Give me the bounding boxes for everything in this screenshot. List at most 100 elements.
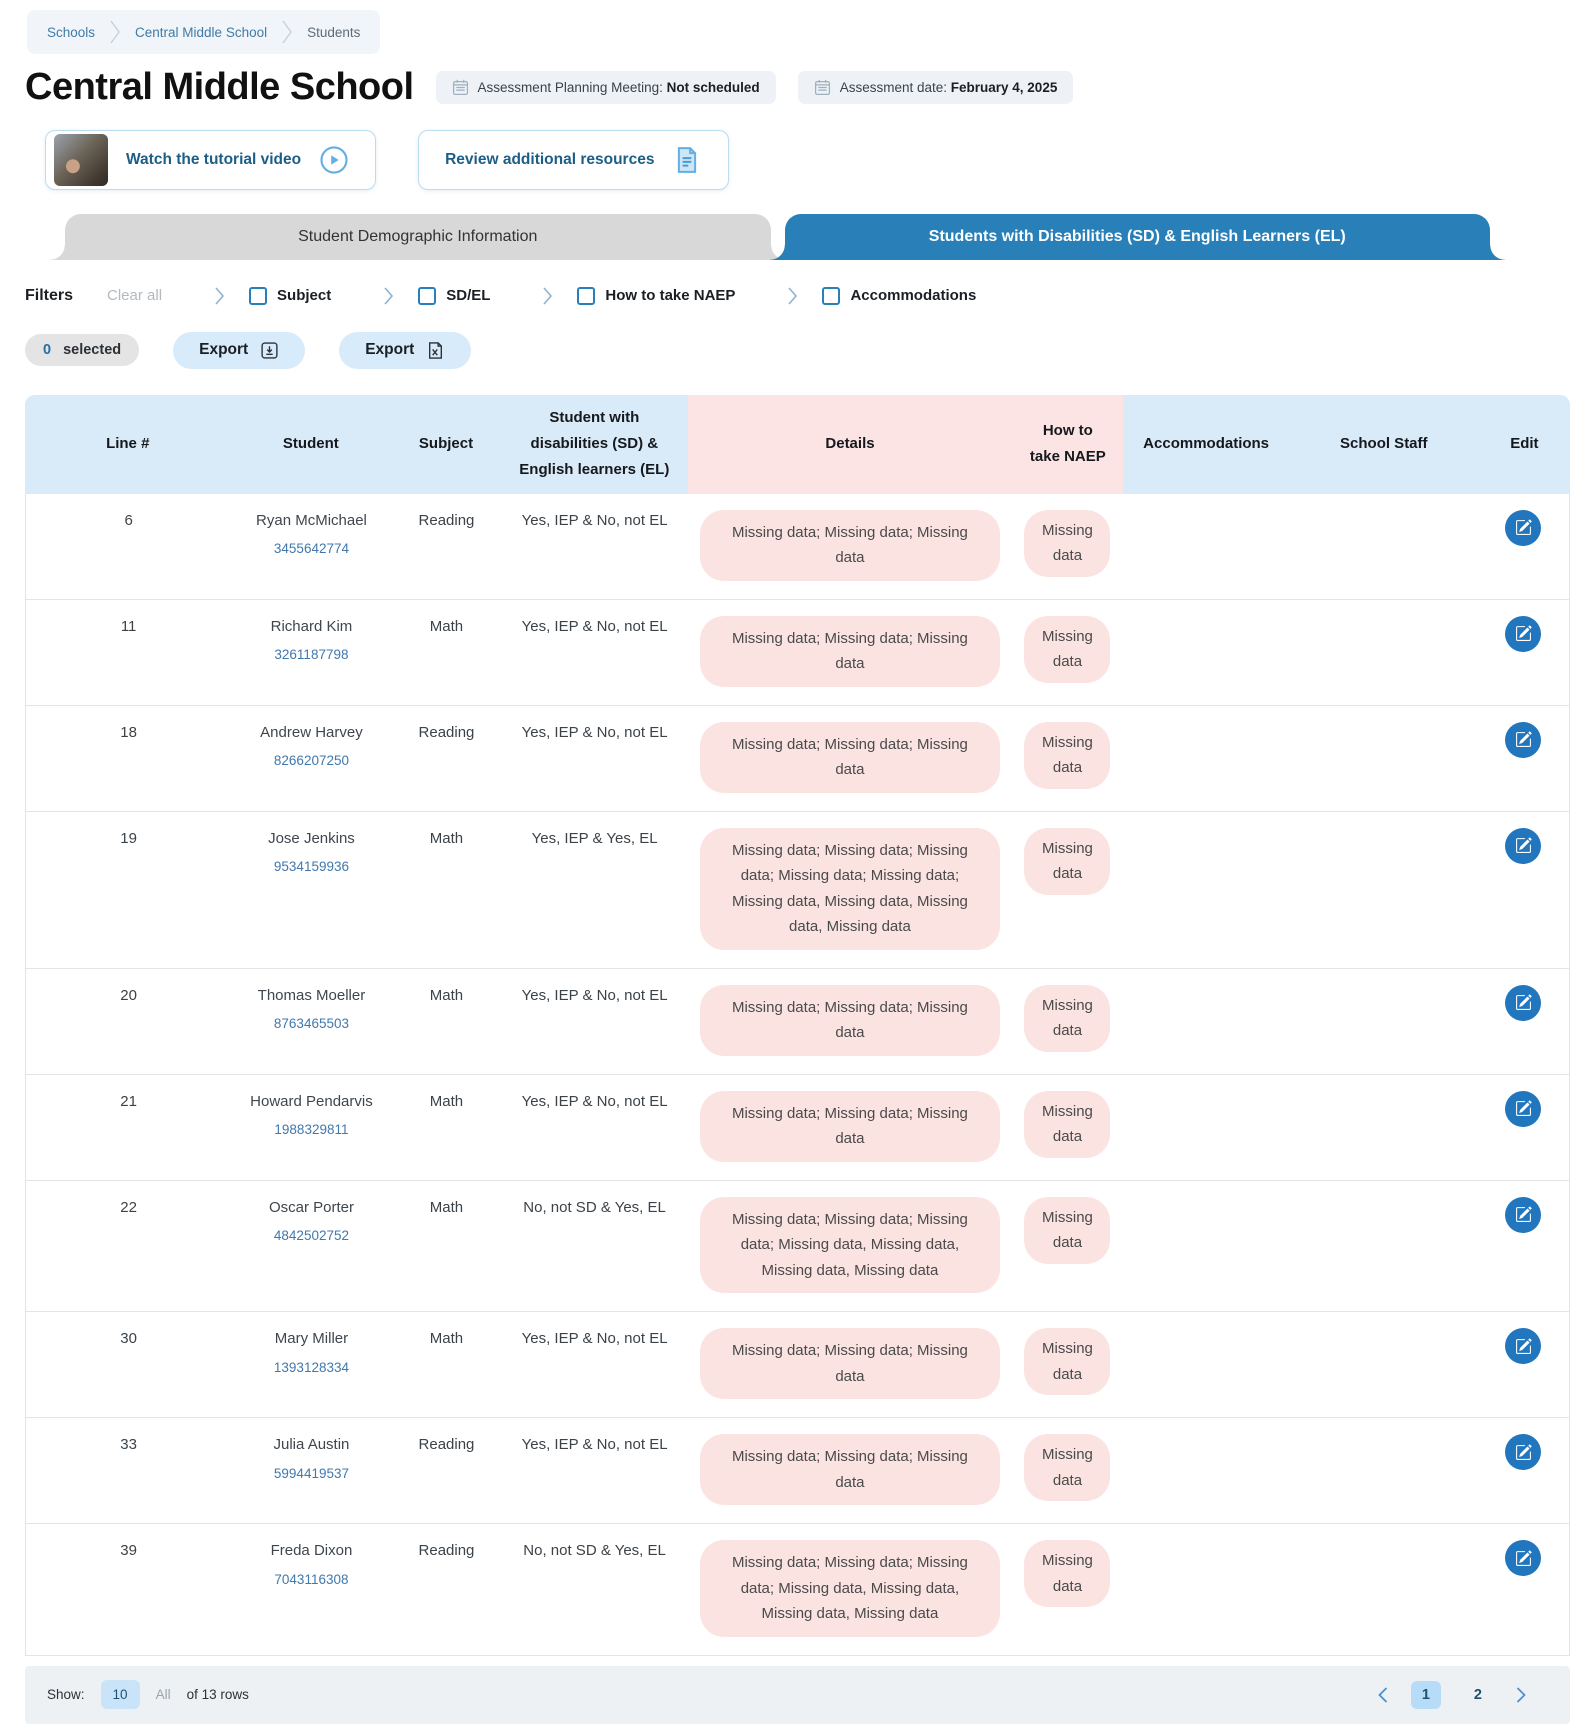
student-cell: Andrew Harvey 8266207250 — [231, 706, 391, 811]
student-cell: Howard Pendarvis 1988329811 — [231, 1075, 391, 1180]
sd-el-status-cell: Yes, IEP & No, not EL — [501, 1075, 688, 1180]
details-missing-data-pill: Missing data; Missing data; Missing data… — [700, 828, 1000, 950]
column-header-subject: Subject — [391, 395, 501, 494]
edit-icon — [1515, 994, 1532, 1011]
edit-button[interactable] — [1505, 510, 1541, 546]
edit-cell — [1478, 1524, 1569, 1655]
edit-button[interactable] — [1505, 1197, 1541, 1233]
student-id-link[interactable]: 8763465503 — [241, 1014, 381, 1034]
review-resources-button[interactable]: Review additional resources — [418, 130, 729, 190]
line-number: 19 — [26, 812, 231, 968]
details-missing-data-pill: Missing data; Missing data; Missing data — [700, 722, 1000, 793]
filter-label[interactable]: Accommodations — [850, 287, 976, 304]
line-number: 21 — [26, 1075, 231, 1180]
export-excel-button[interactable]: Export — [339, 332, 471, 369]
naep-cell: Missing data — [1012, 1075, 1123, 1180]
edit-button[interactable] — [1505, 1434, 1541, 1470]
school-staff-cell — [1288, 600, 1478, 705]
filter-label[interactable]: SD/EL — [446, 287, 490, 304]
subject-cell: Reading — [392, 1418, 502, 1523]
subject-cell: Math — [392, 1181, 502, 1312]
school-staff-cell — [1288, 812, 1478, 968]
naep-cell: Missing data — [1012, 1418, 1123, 1523]
naep-cell: Missing data — [1012, 1524, 1123, 1655]
subject-cell: Reading — [392, 706, 502, 811]
student-id-link[interactable]: 4842502752 — [241, 1226, 381, 1246]
subject-filter-checkbox[interactable] — [249, 287, 267, 305]
filter-label[interactable]: Subject — [277, 287, 331, 304]
details-cell: Missing data; Missing data; Missing data — [688, 969, 1012, 1074]
edit-cell — [1478, 600, 1569, 705]
tab-students-with-disabilities-el[interactable]: Students with Disabilities (SD) & Englis… — [785, 214, 1491, 260]
naep-missing-data-pill: Missing data — [1024, 616, 1110, 683]
student-id-link[interactable]: 3455642774 — [241, 539, 381, 559]
student-name: Jose Jenkins — [241, 828, 381, 851]
student-id-link[interactable]: 3261187798 — [241, 645, 381, 665]
edit-cell — [1478, 969, 1569, 1074]
edit-button[interactable] — [1505, 985, 1541, 1021]
student-cell: Julia Austin 5994419537 — [231, 1418, 391, 1523]
page-2-button[interactable]: 2 — [1463, 1681, 1493, 1709]
edit-button[interactable] — [1505, 722, 1541, 758]
tab-student-demographic-information[interactable]: Student Demographic Information — [65, 214, 771, 260]
edit-button[interactable] — [1505, 616, 1541, 652]
breadcrumb-central-middle-school[interactable]: Central Middle School — [135, 25, 267, 40]
filters-bar: Filters Clear all Subject SD/EL How to t… — [25, 286, 1570, 306]
naep-missing-data-pill: Missing data — [1024, 985, 1110, 1052]
page-size-10-button[interactable]: 10 — [101, 1680, 140, 1709]
school-staff-cell — [1288, 1312, 1478, 1417]
accommodations-filter-checkbox[interactable] — [822, 287, 840, 305]
sd-el-status-cell: Yes, IEP & No, not EL — [501, 600, 688, 705]
details-missing-data-pill: Missing data; Missing data; Missing data… — [700, 1197, 1000, 1294]
table-body: 6 Ryan McMichael 3455642774 Reading Yes,… — [25, 494, 1570, 1656]
sd-el-status-cell: Yes, IEP & No, not EL — [501, 494, 688, 599]
accommodations-cell — [1123, 600, 1288, 705]
watch-tutorial-video-button[interactable]: Watch the tutorial video — [45, 130, 376, 190]
student-cell: Thomas Moeller 8763465503 — [231, 969, 391, 1074]
selected-label: selected — [63, 342, 121, 358]
sd-el-status-cell: Yes, IEP & Yes, EL — [501, 812, 688, 968]
student-id-link[interactable]: 7043116308 — [241, 1570, 381, 1590]
accommodations-cell — [1123, 1312, 1288, 1417]
chevron-right-icon — [214, 286, 225, 306]
next-page-button[interactable] — [1515, 1686, 1528, 1704]
details-missing-data-pill: Missing data; Missing data; Missing data — [700, 1434, 1000, 1505]
export-pdf-button[interactable]: Export — [173, 332, 305, 369]
student-id-link[interactable]: 1393128334 — [241, 1358, 381, 1378]
student-cell: Richard Kim 3261187798 — [231, 600, 391, 705]
accommodations-cell — [1123, 1418, 1288, 1523]
student-cell: Jose Jenkins 9534159936 — [231, 812, 391, 968]
table-row: 6 Ryan McMichael 3455642774 Reading Yes,… — [26, 494, 1569, 599]
student-name: Ryan McMichael — [241, 510, 381, 533]
edit-icon — [1515, 1206, 1532, 1223]
naep-cell: Missing data — [1012, 1312, 1123, 1417]
student-id-link[interactable]: 8266207250 — [241, 751, 381, 771]
filter-label[interactable]: How to take NAEP — [605, 287, 735, 304]
student-id-link[interactable]: 5994419537 — [241, 1464, 381, 1484]
subject-cell: Math — [392, 1075, 502, 1180]
student-id-link[interactable]: 9534159936 — [241, 857, 381, 877]
page-size-all-button[interactable]: All — [156, 1687, 171, 1702]
filter-group-subject: Subject — [214, 286, 331, 306]
naep-missing-data-pill: Missing data — [1024, 1091, 1110, 1158]
sd-el-filter-checkbox[interactable] — [418, 287, 436, 305]
edit-icon — [1515, 625, 1532, 642]
previous-page-button[interactable] — [1376, 1686, 1389, 1704]
edit-button[interactable] — [1505, 1091, 1541, 1127]
page-1-button[interactable]: 1 — [1411, 1681, 1441, 1709]
student-id-link[interactable]: 1988329811 — [241, 1120, 381, 1140]
excel-icon — [426, 341, 445, 360]
school-staff-cell — [1288, 494, 1478, 599]
details-cell: Missing data; Missing data; Missing data — [688, 600, 1012, 705]
edit-button[interactable] — [1505, 1328, 1541, 1364]
edit-button[interactable] — [1505, 828, 1541, 864]
badge-value: Not scheduled — [667, 80, 760, 95]
naep-cell: Missing data — [1012, 706, 1123, 811]
subject-cell: Reading — [392, 494, 502, 599]
school-staff-cell — [1288, 969, 1478, 1074]
breadcrumb-schools[interactable]: Schools — [47, 25, 95, 40]
column-header-line: Line # — [25, 395, 230, 494]
edit-button[interactable] — [1505, 1540, 1541, 1576]
clear-all-filters-button[interactable]: Clear all — [107, 287, 162, 304]
naep-filter-checkbox[interactable] — [577, 287, 595, 305]
